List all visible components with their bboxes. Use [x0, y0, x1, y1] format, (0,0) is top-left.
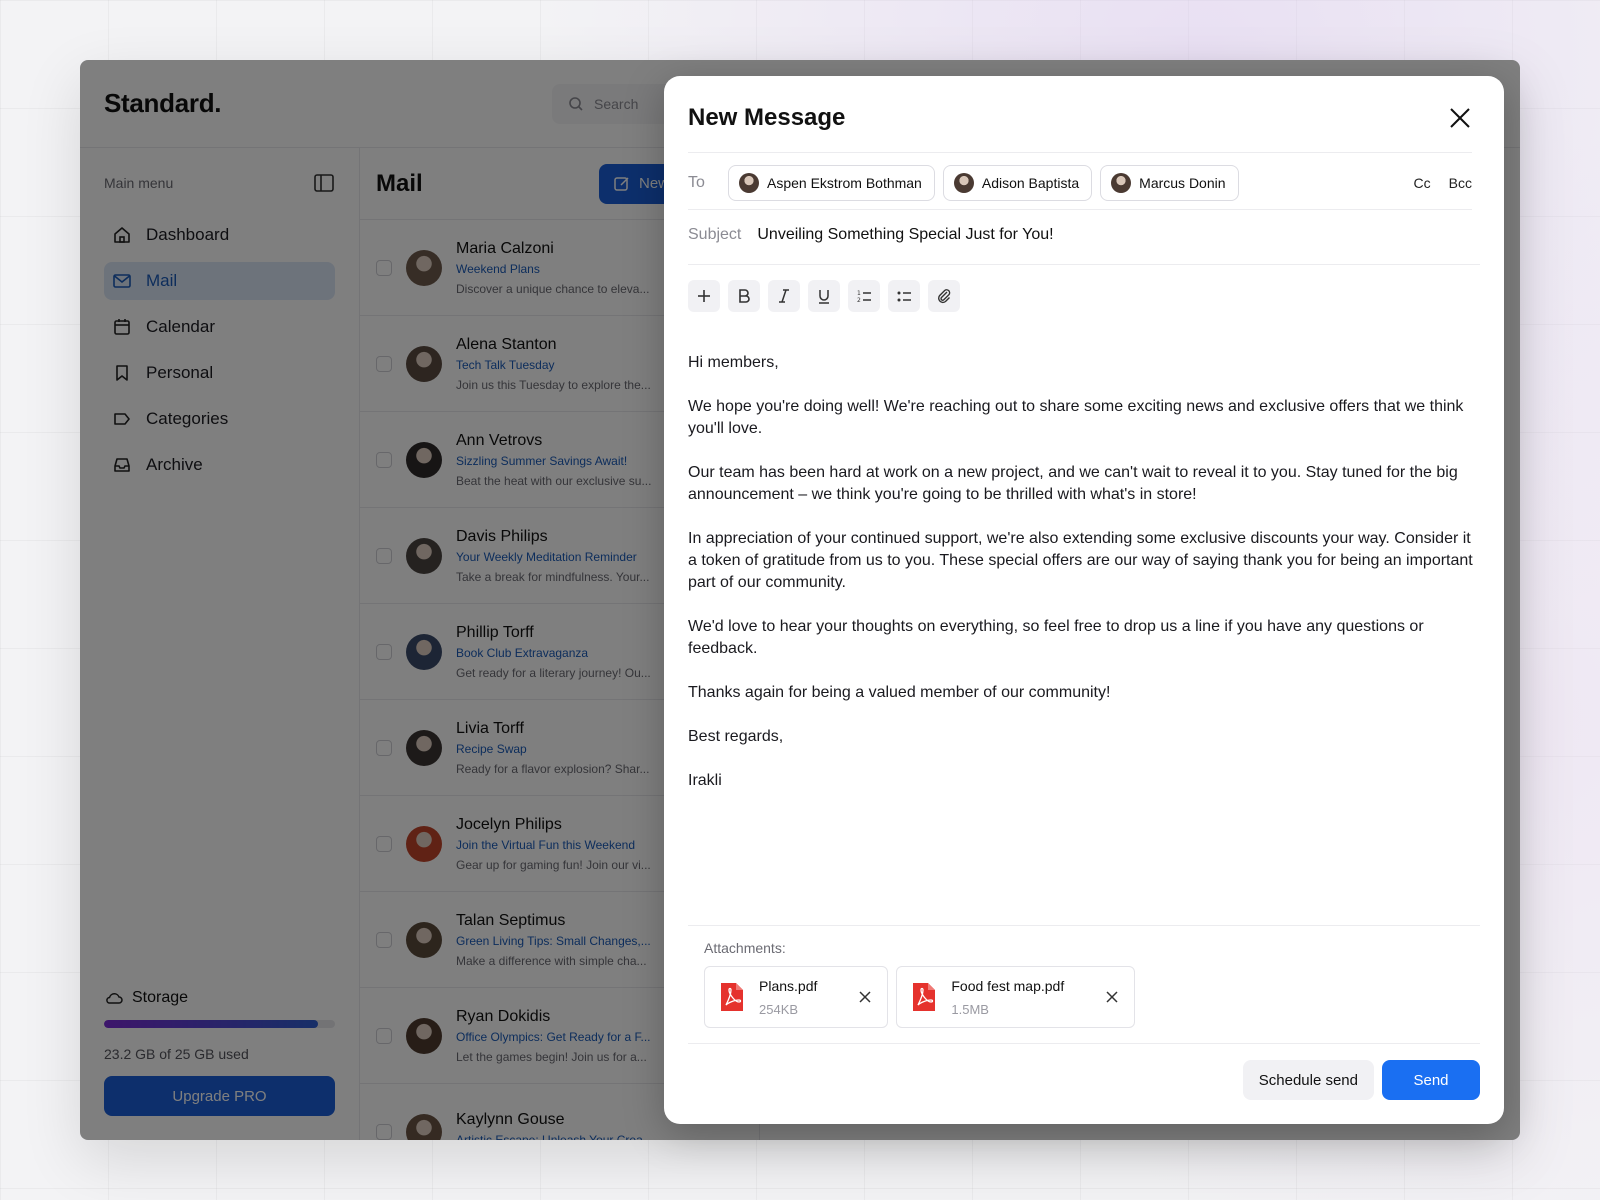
pdf-icon: [913, 983, 936, 1011]
underline-button[interactable]: [808, 280, 840, 312]
to-label: To: [688, 174, 705, 191]
svg-text:1: 1: [857, 290, 861, 297]
compose-title: New Message: [688, 104, 846, 131]
body-paragraph: In appreciation of your continued suppor…: [688, 530, 1473, 591]
bcc-button[interactable]: Bcc: [1449, 175, 1472, 191]
bold-button[interactable]: [728, 280, 760, 312]
send-button[interactable]: Send: [1382, 1060, 1480, 1100]
attachment-size: 254KB: [759, 1001, 799, 1017]
avatar: [739, 173, 759, 193]
divider: [688, 264, 1480, 265]
schedule-send-button[interactable]: Schedule send: [1242, 1060, 1374, 1100]
body-paragraph: We hope you're doing well! We're reachin…: [688, 398, 1464, 437]
body-paragraph: Irakli: [688, 772, 722, 789]
numbered-list-button[interactable]: 12: [848, 280, 880, 312]
attachment-item[interactable]: Food fest map.pdf 1.5MB: [896, 966, 1136, 1028]
divider: [688, 209, 1472, 210]
subject-row: Subject Unveiling Something Special Just…: [688, 226, 1054, 244]
attachment-item[interactable]: Plans.pdf 254KB: [704, 966, 889, 1028]
attachment-name: Plans.pdf: [759, 977, 818, 994]
numbered-list-icon: 12: [857, 290, 871, 304]
attach-button[interactable]: [928, 280, 960, 312]
remove-attachment-icon[interactable]: [1104, 989, 1120, 1005]
recipient-name: Adison Baptista: [981, 175, 1080, 191]
recipient-name: Marcus Donin: [1139, 175, 1226, 191]
subject-field[interactable]: Unveiling Something Special Just for You…: [757, 226, 1053, 244]
remove-attachment-icon[interactable]: [857, 989, 873, 1005]
body-paragraph: Our team has been hard at work on a new …: [688, 464, 1458, 503]
recipient-name: Aspen Ekstrom Bothman: [767, 175, 922, 191]
italic-icon: [779, 289, 789, 303]
italic-button[interactable]: [768, 280, 800, 312]
compose-footer: Schedule send Send: [1242, 1060, 1480, 1100]
recipients-row: To Aspen Ekstrom Bothman Adison Baptista…: [688, 162, 1472, 204]
attachment-name: Food fest map.pdf: [951, 977, 1065, 994]
message-body[interactable]: Hi members, We hope you're doing well! W…: [688, 352, 1478, 814]
recipient-chip[interactable]: Aspen Ekstrom Bothman: [728, 165, 935, 201]
bold-icon: [739, 289, 750, 303]
attachment-size: 1.5MB: [951, 1001, 989, 1017]
recipient-chip[interactable]: Adison Baptista: [942, 165, 1093, 201]
divider: [688, 1043, 1480, 1044]
body-paragraph: We'd love to hear your thoughts on every…: [688, 618, 1424, 657]
attachments-label: Attachments:: [704, 940, 786, 956]
avatar: [953, 173, 974, 193]
divider: [688, 152, 1472, 153]
insert-button[interactable]: [688, 280, 720, 312]
bullet-list-icon: [897, 291, 911, 302]
plus-icon: [698, 290, 710, 302]
svg-text:2: 2: [857, 297, 861, 304]
body-paragraph: Best regards,: [688, 728, 784, 745]
close-icon[interactable]: [1446, 104, 1474, 132]
subject-label: Subject: [688, 226, 742, 243]
format-toolbar: 12: [688, 280, 960, 312]
underline-icon: [819, 290, 829, 304]
divider: [688, 925, 1480, 926]
compose-modal: New Message To Aspen Ekstrom Bothman Adi…: [664, 76, 1504, 1124]
avatar: [1111, 173, 1132, 193]
body-paragraph: Thanks again for being a valued member o…: [688, 684, 1111, 701]
bullet-list-button[interactable]: [888, 280, 920, 312]
attachments-list: Plans.pdf 254KB Food fest map.pdf 1.5MB: [704, 966, 1136, 1028]
paperclip-icon: [938, 289, 951, 304]
cc-button[interactable]: Cc: [1414, 175, 1431, 191]
pdf-icon: [721, 983, 743, 1011]
recipient-chip[interactable]: Marcus Donin: [1100, 165, 1239, 201]
body-paragraph: Hi members,: [688, 354, 779, 371]
